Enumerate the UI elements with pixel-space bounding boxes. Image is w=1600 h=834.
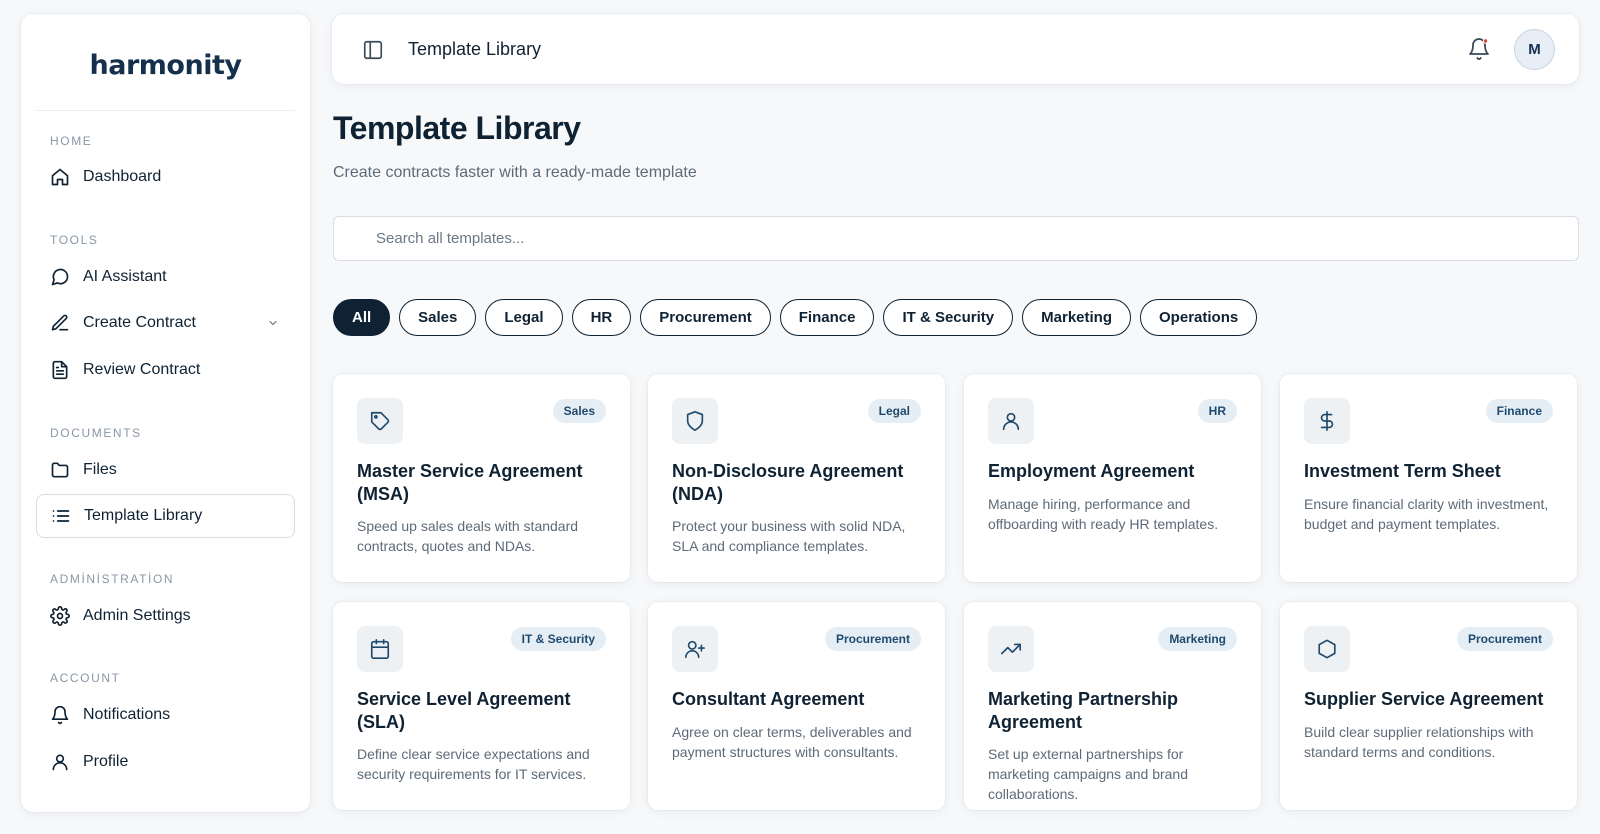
template-card-employment[interactable]: HR Employment Agreement Manage hiring, p…	[964, 374, 1261, 582]
harmonity-logo[interactable]: harmonity	[21, 50, 310, 81]
filter-chip-sales[interactable]: Sales	[399, 299, 477, 336]
chevron-down-icon[interactable]	[267, 316, 279, 334]
dollar-icon	[1304, 398, 1350, 444]
category-badge: HR	[1197, 399, 1237, 423]
category-badge: Procurement	[824, 627, 921, 651]
card-description: Manage hiring, performance and offboardi…	[988, 496, 1219, 532]
user-icon	[50, 752, 70, 772]
category-badge: Finance	[1485, 399, 1553, 423]
sidebar-item-label: Files	[83, 461, 117, 478]
filter-chip-operations[interactable]: Operations	[1140, 299, 1258, 336]
top-bar: Template Library M	[332, 14, 1579, 84]
search-input[interactable]	[333, 216, 1579, 261]
file-text-icon	[50, 360, 70, 380]
page-subtitle: Create contracts faster with a ready-mad…	[333, 164, 697, 181]
trending-up-icon	[988, 626, 1034, 672]
card-title: Service Level Agreement (SLA)	[357, 689, 571, 732]
sidebar-item-dashboard[interactable]: Dashboard	[36, 155, 295, 199]
filter-chip-finance[interactable]: Finance	[779, 299, 875, 336]
gear-icon	[50, 606, 70, 626]
folder-icon	[50, 460, 70, 480]
sidebar-item-admin-settings[interactable]: Admin Settings	[36, 594, 295, 638]
user-icon	[988, 398, 1034, 444]
sidebar-toggle-icon[interactable]	[362, 39, 384, 61]
category-badge: Procurement	[1456, 627, 1553, 651]
template-card-consultant[interactable]: Procurement Consultant Agreement Agree o…	[648, 602, 945, 810]
category-badge: Sales	[552, 399, 606, 423]
category-badge: IT & Security	[510, 627, 606, 651]
template-card-sla[interactable]: IT & Security Service Level Agreement (S…	[333, 602, 630, 810]
sidebar-item-label: Notifications	[83, 706, 171, 723]
filter-chip-legal[interactable]: Legal	[485, 299, 563, 336]
filter-chips: All Sales Legal HR Procurement Finance I…	[333, 299, 1258, 336]
template-card-marketing-partnership[interactable]: Marketing Marketing Partnership Agreemen…	[964, 602, 1261, 810]
sidebar-item-label: Admin Settings	[83, 607, 191, 624]
sidebar-divider	[36, 110, 295, 111]
card-description: Define clear service expectations and se…	[357, 746, 590, 782]
notification-bell-icon[interactable]	[1467, 37, 1491, 61]
template-card-term-sheet[interactable]: Finance Investment Term Sheet Ensure fin…	[1280, 374, 1577, 582]
card-title: Non-Disclosure Agreement (NDA)	[672, 461, 904, 504]
sidebar-item-label: Review Contract	[83, 361, 201, 378]
filter-chip-all[interactable]: All	[333, 299, 391, 336]
pen-icon	[50, 313, 70, 333]
filter-chip-marketing[interactable]: Marketing	[1022, 299, 1132, 336]
list-icon	[51, 506, 71, 526]
sidebar-item-create-contract[interactable]: Create Contract	[36, 301, 295, 345]
sidebar-item-label: Create Contract	[83, 314, 196, 331]
home-icon	[50, 167, 70, 187]
sidebar-item-label: Dashboard	[83, 168, 162, 185]
filter-chip-procurement[interactable]: Procurement	[640, 299, 771, 336]
calendar-icon	[357, 626, 403, 672]
sidebar-item-label: AI Assistant	[83, 268, 167, 285]
card-title: Marketing Partnership Agreement	[988, 689, 1179, 732]
page-title: Template Library	[333, 110, 581, 146]
card-title: Employment Agreement	[988, 461, 1195, 481]
sidebar-item-files[interactable]: Files	[36, 448, 295, 492]
tag-icon	[357, 398, 403, 444]
sidebar-item-profile[interactable]: Profile	[36, 740, 295, 784]
sidebar-item-notifications[interactable]: Notifications	[36, 693, 295, 737]
card-description: Protect your business with solid NDA, SL…	[672, 518, 906, 554]
filter-chip-hr[interactable]: HR	[571, 299, 632, 336]
sidebar: harmonity HOME Dashboard TOOLS AI Assist…	[21, 14, 310, 812]
avatar[interactable]: M	[1514, 29, 1555, 70]
section-label-documents: DOCUMENTS	[50, 426, 142, 440]
category-badge: Marketing	[1158, 627, 1237, 651]
filter-chip-it-security[interactable]: IT & Security	[883, 299, 1014, 336]
card-description: Build clear supplier relationships with …	[1304, 724, 1534, 760]
section-label-tools: TOOLS	[50, 233, 99, 247]
card-title: Supplier Service Agreement	[1304, 689, 1544, 709]
category-badge: Legal	[867, 399, 921, 423]
template-card-supplier-service[interactable]: Procurement Supplier Service Agreement B…	[1280, 602, 1577, 810]
shield-icon	[672, 398, 718, 444]
sidebar-item-template-library[interactable]: Template Library	[36, 494, 295, 538]
sidebar-item-label: Profile	[83, 753, 129, 770]
template-card-nda[interactable]: Legal Non-Disclosure Agreement (NDA) Pro…	[648, 374, 945, 582]
card-title: Investment Term Sheet	[1304, 461, 1501, 481]
card-description: Agree on clear terms, deliverables and p…	[672, 724, 912, 760]
card-description: Ensure financial clarity with investment…	[1304, 496, 1549, 532]
section-label-home: HOME	[50, 134, 93, 148]
section-label-account: ACCOUNT	[50, 671, 121, 685]
card-description: Speed up sales deals with standard contr…	[357, 518, 579, 554]
message-circle-icon	[50, 267, 70, 287]
user-plus-icon	[672, 626, 718, 672]
sidebar-item-ai-assistant[interactable]: AI Assistant	[36, 255, 295, 299]
topbar-title: Template Library	[408, 39, 542, 59]
hexagon-icon	[1304, 626, 1350, 672]
bell-icon	[50, 705, 70, 725]
section-label-administration: ADMİNİSTRATİON	[50, 572, 175, 586]
card-title: Consultant Agreement	[672, 689, 865, 709]
sidebar-item-review-contract[interactable]: Review Contract	[36, 348, 295, 392]
sidebar-item-label: Template Library	[84, 507, 203, 524]
card-title: Master Service Agreement (MSA)	[357, 461, 583, 504]
card-description: Set up external partnerships for marketi…	[988, 746, 1189, 802]
template-card-msa[interactable]: Sales Master Service Agreement (MSA) Spe…	[333, 374, 630, 582]
